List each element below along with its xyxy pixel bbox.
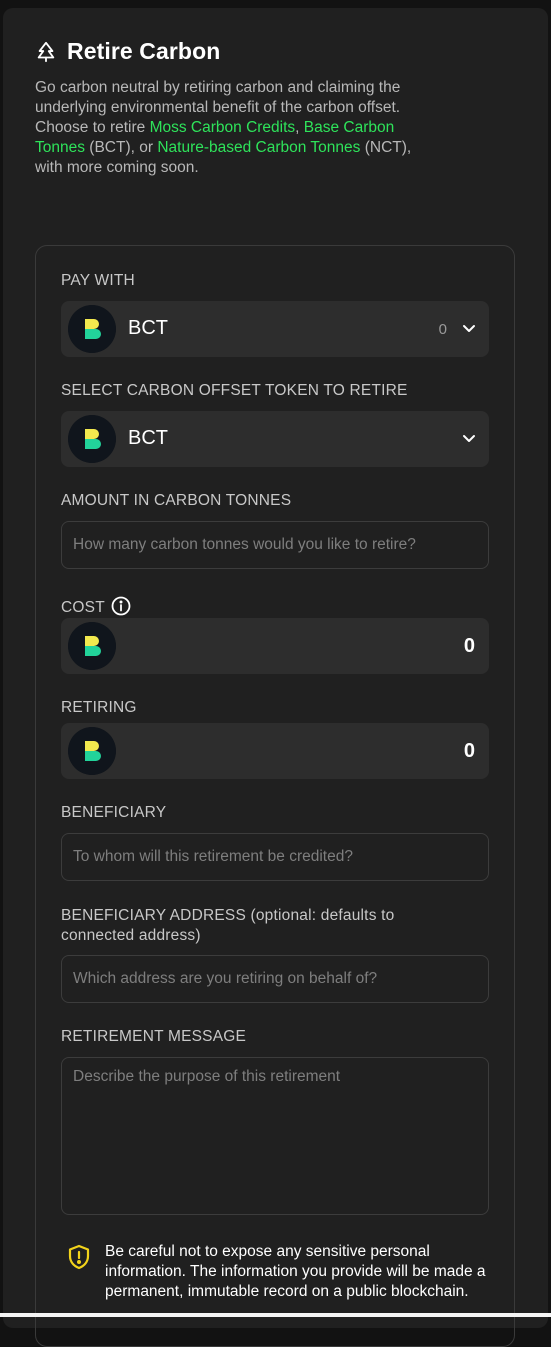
tree-icon — [37, 41, 55, 62]
amount-label: AMOUNT IN CARBON TONNES — [61, 492, 292, 509]
cost-label: COST — [61, 596, 131, 617]
beneficiary-label: BENEFICIARY — [61, 804, 167, 821]
page-header: Retire Carbon — [35, 38, 220, 65]
bct-token-icon — [68, 415, 116, 463]
shield-warning-icon — [68, 1244, 90, 1270]
beneficiary-address-input[interactable] — [61, 955, 489, 1003]
bct-token-icon — [68, 727, 116, 775]
offset-token-label: SELECT CARBON OFFSET TOKEN TO RETIRE — [61, 382, 408, 399]
beneficiary-input[interactable] — [61, 833, 489, 881]
offset-token-value: BCT — [128, 427, 168, 449]
chevron-down-icon — [463, 325, 475, 332]
description-text: (BCT), or — [84, 139, 158, 156]
page-title: Retire Carbon — [67, 38, 221, 64]
bct-token-icon — [68, 305, 116, 353]
retirement-message-label: RETIREMENT MESSAGE — [61, 1028, 247, 1045]
warning-text: Be careful not to expose any sensitive p… — [105, 1243, 486, 1300]
pay-with-select[interactable]: BCT 0 — [61, 301, 489, 357]
retiring-display: 0 — [61, 723, 489, 779]
retiring-value: 0 — [463, 740, 475, 762]
cost-display: 0 — [61, 618, 489, 674]
amount-input[interactable] — [61, 521, 489, 569]
page-description: Go carbon neutral by retiring carbon and… — [35, 78, 420, 178]
retirement-message-textarea[interactable] — [61, 1057, 489, 1215]
description-text: , — [295, 119, 304, 136]
retiring-label: RETIRING — [61, 699, 137, 716]
beneficiary-address-label-line: BENEFICIARY ADDRESS (optional: defaults … — [61, 907, 395, 924]
nature-based-carbon-tonnes-link[interactable]: Nature-based Carbon Tonnes — [157, 139, 360, 156]
moss-carbon-credits-link[interactable]: Moss Carbon Credits — [150, 119, 296, 136]
bottom-edge — [0, 1313, 551, 1317]
bct-token-icon — [68, 622, 116, 670]
pay-with-token: BCT — [128, 317, 168, 339]
cost-value: 0 — [463, 635, 475, 657]
pay-with-balance: 0 — [438, 321, 447, 338]
cost-label-text: COST — [61, 599, 105, 616]
pay-with-label: PAY WITH — [61, 272, 135, 289]
chevron-down-icon — [463, 435, 475, 442]
offset-token-select[interactable]: BCT — [61, 411, 489, 467]
info-icon[interactable] — [111, 596, 131, 616]
beneficiary-address-label: BENEFICIARY ADDRESS (optional: defaults … — [61, 906, 394, 946]
beneficiary-address-label-line: connected address) — [61, 927, 201, 944]
